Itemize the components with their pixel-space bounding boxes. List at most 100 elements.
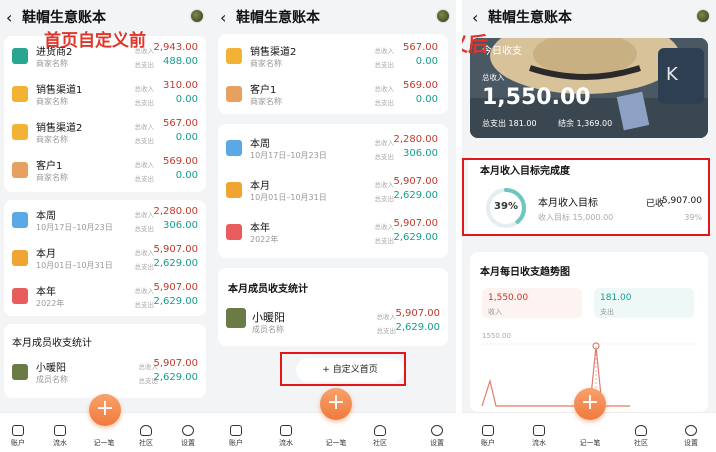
member-row[interactable]: 小暖阳 成员名称 总收入 5,907.00 总支出 2,629.00 bbox=[4, 354, 206, 392]
item-expense: 2,629.00 bbox=[393, 232, 438, 243]
income-label: 总收入 bbox=[134, 249, 155, 257]
tab-record[interactable]: 记一笔 bbox=[321, 438, 351, 448]
item-icon bbox=[226, 140, 242, 156]
app-header: ‹ 鞋帽生意账本 bbox=[210, 0, 456, 34]
list-item[interactable]: 本年 2022年 总收入 5,907.00 总支出 2,629.00 bbox=[218, 214, 448, 252]
bell-icon bbox=[140, 425, 152, 436]
user-avatar[interactable] bbox=[436, 9, 450, 23]
list-item[interactable]: 客户1 商家名称 总收入 569.00 总支出 0.00 bbox=[4, 152, 206, 190]
member-expense: 2,629.00 bbox=[395, 322, 440, 333]
hero-income-label: 总收入 bbox=[482, 73, 505, 82]
list-item[interactable]: 客户1 商家名称 总收入 569.00 总支出 0.00 bbox=[218, 76, 448, 114]
account-icon bbox=[482, 425, 494, 436]
income-label: 总收入 bbox=[134, 211, 155, 219]
tab-label: 账户 bbox=[229, 439, 243, 447]
tab-account[interactable]: 账户 bbox=[473, 425, 503, 448]
member-avatar bbox=[226, 308, 246, 328]
list-item[interactable]: 销售渠道2 商家名称 总收入 567.00 总支出 0.00 bbox=[218, 38, 448, 76]
item-sub: 2022年 bbox=[250, 235, 279, 244]
tab-community[interactable]: 社区 bbox=[365, 425, 395, 448]
svg-text:K: K bbox=[666, 64, 679, 85]
tab-account[interactable]: 账户 bbox=[221, 425, 251, 448]
party-card: 销售渠道2 商家名称 总收入 567.00 总支出 0.00 客户1 商家名称 总收入 569.0… bbox=[218, 34, 448, 114]
income-label: 总收入 bbox=[374, 85, 395, 93]
item-name: 客户1 bbox=[36, 161, 63, 172]
tab-flow[interactable]: 流水 bbox=[524, 425, 554, 448]
tab-community[interactable]: 社区 bbox=[626, 425, 656, 448]
back-icon[interactable]: ‹ bbox=[220, 8, 234, 27]
tab-label: 记一笔 bbox=[579, 439, 601, 447]
trend-expense-value: 181.00 bbox=[600, 293, 632, 303]
item-name: 销售渠道2 bbox=[250, 47, 297, 58]
list-item[interactable]: 销售渠道1 商家名称 总收入 310.00 总支出 0.00 bbox=[4, 76, 206, 114]
income-label: 总收入 bbox=[374, 47, 395, 55]
list-item[interactable]: 本周 10月17日–10月23日 总收入 2,280.00 总支出 306.00 bbox=[218, 130, 448, 168]
trend-expense-chip: 181.00 支出 bbox=[594, 288, 694, 318]
expense-label: 总支出 bbox=[134, 175, 155, 183]
item-expense: 2,629.00 bbox=[393, 190, 438, 201]
item-sub: 商家名称 bbox=[36, 135, 68, 144]
tab-flow[interactable]: 流水 bbox=[45, 425, 75, 448]
expense-label: 总支出 bbox=[134, 225, 155, 233]
list-item[interactable]: 本周 10月17日–10月23日 总收入 2,280.00 总支出 306.00 bbox=[4, 202, 206, 240]
item-sub: 商家名称 bbox=[36, 97, 68, 106]
back-icon[interactable]: ‹ bbox=[472, 8, 486, 27]
item-name: 本月 bbox=[36, 249, 56, 260]
app-header: ‹ 鞋帽生意账本 bbox=[462, 0, 716, 34]
tab-settings[interactable]: 设置 bbox=[173, 425, 203, 448]
item-expense: 2,629.00 bbox=[153, 296, 198, 307]
tab-settings[interactable]: 设置 bbox=[422, 425, 452, 448]
list-item[interactable]: 本年 2022年 总收入 5,907.00 总支出 2,629.00 bbox=[4, 278, 206, 316]
tab-settings[interactable]: 设置 bbox=[676, 425, 706, 448]
tab-record[interactable]: 记一笔 bbox=[575, 438, 605, 448]
user-avatar[interactable] bbox=[696, 9, 710, 23]
tab-label: 账户 bbox=[481, 439, 495, 447]
item-icon bbox=[12, 86, 28, 102]
tab-community[interactable]: 社区 bbox=[131, 425, 161, 448]
item-icon bbox=[12, 48, 28, 64]
item-sub: 10月01日–10月31日 bbox=[250, 193, 327, 202]
item-sub: 商家名称 bbox=[250, 97, 282, 106]
member-row[interactable]: 小暖阳 成员名称 总收入 5,907.00 总支出 2,629.00 bbox=[218, 304, 448, 342]
member-name: 小暖阳 bbox=[252, 311, 285, 324]
tab-flow[interactable]: 流水 bbox=[271, 425, 301, 448]
tab-account[interactable]: 账户 bbox=[3, 425, 33, 448]
today-hero-card[interactable]: K 今日收支 总收入 1,550.00 总支出 181.00 结余 1,369.… bbox=[470, 38, 708, 138]
item-expense: 0.00 bbox=[175, 94, 198, 105]
item-income: 569.00 bbox=[403, 80, 438, 91]
item-expense: 0.00 bbox=[415, 94, 438, 105]
back-icon[interactable]: ‹ bbox=[6, 8, 20, 27]
list-item[interactable]: 本月 10月01日–10月31日 总收入 5,907.00 总支出 2,629.00 bbox=[4, 240, 206, 278]
income-label: 总收入 bbox=[376, 313, 397, 321]
item-income: 2,280.00 bbox=[153, 206, 198, 217]
phone-before-scrolled: ‹ 鞋帽生意账本 销售渠道2 商家名称 总收入 567.00 总支出 0.00 客户1 商家名… bbox=[210, 0, 456, 452]
flow-icon bbox=[533, 425, 545, 436]
bell-icon bbox=[374, 425, 386, 436]
phone-before: ‹ 鞋帽生意账本 首页自定义前 进货商2 商家名称 总收入 2,943.00 总支出 48… bbox=[0, 0, 210, 452]
gear-icon bbox=[182, 425, 194, 436]
user-avatar[interactable] bbox=[190, 9, 204, 23]
trend-income-value: 1,550.00 bbox=[488, 293, 529, 303]
list-item[interactable]: 本月 10月01日–10月31日 总收入 5,907.00 总支出 2,629.00 bbox=[218, 172, 448, 210]
add-record-button[interactable]: + bbox=[320, 388, 352, 420]
members-title: 本月成员收支统计 bbox=[228, 284, 308, 295]
expense-label: 总支出 bbox=[374, 195, 395, 203]
account-icon bbox=[12, 425, 24, 436]
member-card: 本月成员收支统计 小暖阳 成员名称 总收入 5,907.00 总支出 2,629… bbox=[218, 268, 448, 346]
item-icon bbox=[12, 288, 28, 304]
add-record-button[interactable]: + bbox=[89, 394, 121, 426]
hero-expense: 总支出 181.00 bbox=[482, 119, 537, 128]
list-item[interactable]: 销售渠道2 商家名称 总收入 567.00 总支出 0.00 bbox=[4, 114, 206, 152]
tab-record[interactable]: 记一笔 bbox=[89, 438, 119, 448]
bell-icon bbox=[635, 425, 647, 436]
item-icon bbox=[12, 212, 28, 228]
gear-icon bbox=[685, 425, 697, 436]
member-sub: 成员名称 bbox=[36, 375, 68, 384]
tab-label: 流水 bbox=[279, 439, 293, 447]
add-record-button[interactable]: + bbox=[574, 388, 606, 420]
screenshot: ‹ 鞋帽生意账本 首页自定义前 进货商2 商家名称 总收入 2,943.00 总支出 48… bbox=[0, 0, 716, 452]
expense-label: 总支出 bbox=[134, 263, 155, 271]
account-icon bbox=[230, 425, 242, 436]
highlight-box bbox=[280, 352, 406, 386]
item-icon bbox=[226, 224, 242, 240]
